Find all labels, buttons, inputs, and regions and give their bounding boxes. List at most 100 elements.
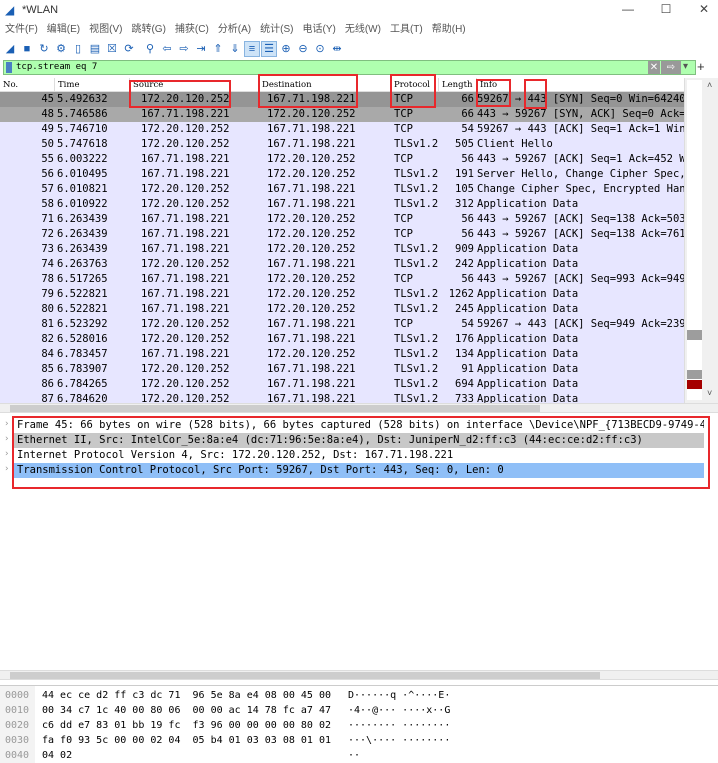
byte-hex[interactable]: fa f0 93 5c 00 00 02 04 05 b4 01 03 03 0… [42, 733, 331, 748]
column-header-protocol[interactable]: Protocol [390, 78, 430, 92]
packet-row[interactable]: 56 6.010495 167.71.198.221 172.20.120.252 TL… [0, 167, 684, 182]
column-header-no[interactable]: No. [0, 78, 18, 92]
menu-item[interactable]: 统计(S) [260, 21, 293, 39]
column-header-time[interactable]: Time [54, 78, 79, 92]
cell-destination: 167.71.198.221 [267, 183, 356, 195]
packet-row[interactable]: 73 6.263439 167.71.198.221 172.20.120.252 TL… [0, 242, 684, 257]
detail-tree-item[interactable]: Frame 45: 66 bytes on wire (528 bits), 6… [14, 418, 704, 433]
last-packet-icon[interactable]: ⇓ [228, 42, 242, 56]
display-filter-input[interactable]: tcp.stream eq 7 [3, 60, 696, 75]
byte-hex[interactable]: 44 ec ce d2 ff c3 dc 71 96 5e 8a e4 08 0… [42, 688, 331, 703]
menu-item[interactable]: 视图(V) [89, 21, 122, 39]
column-header-info[interactable]: Info [476, 78, 497, 92]
byte-hex[interactable]: c6 dd e7 83 01 bb 19 fc f3 96 00 00 00 0… [42, 718, 331, 733]
menu-item[interactable]: 无线(W) [345, 21, 381, 39]
autoscroll-icon[interactable]: ≡ [244, 41, 260, 57]
byte-ascii[interactable]: ·4··@··· ····x··G [348, 703, 450, 718]
resize-columns-icon[interactable]: ⇹ [330, 42, 344, 56]
zoom-normal-icon[interactable]: ⊙ [313, 42, 327, 56]
byte-ascii[interactable]: ········ ········ [348, 718, 450, 733]
go-to-packet-icon[interactable]: ⇥ [194, 42, 208, 56]
expand-arrow-icon[interactable]: › [4, 434, 9, 444]
packet-row[interactable]: 85 6.783907 172.20.120.252 167.71.198.221 TL… [0, 362, 684, 377]
byte-hex[interactable]: 00 34 c7 1c 40 00 80 06 00 00 ac 14 78 f… [42, 703, 331, 718]
byte-ascii[interactable]: D······q ·^····E· [348, 688, 450, 703]
packet-row[interactable]: 49 5.746710 172.20.120.252 167.71.198.221 TC… [0, 122, 684, 137]
menu-item[interactable]: 电话(Y) [303, 21, 336, 39]
cell-destination: 172.20.120.252 [267, 348, 356, 360]
forward-arrow-icon[interactable]: ⇨ [177, 42, 191, 56]
details-hscrollbar[interactable] [0, 670, 718, 680]
detail-tree-item[interactable]: Ethernet II, Src: IntelCor_5e:8a:e4 (dc:… [14, 433, 704, 448]
find-icon[interactable]: ⚲ [143, 42, 157, 56]
menu-item[interactable]: 分析(A) [218, 21, 251, 39]
menu-item[interactable]: 帮助(H) [432, 21, 466, 39]
close-button[interactable]: ✕ [694, 2, 714, 16]
apply-filter-button[interactable]: ⇨ [661, 61, 681, 74]
packet-row[interactable]: 50 5.747618 172.20.120.252 167.71.198.221 TL… [0, 137, 684, 152]
packet-row[interactable]: 78 6.517265 167.71.198.221 172.20.120.252 TC… [0, 272, 684, 287]
detail-tree-item[interactable]: Transmission Control Protocol, Src Port:… [14, 463, 704, 478]
byte-ascii[interactable]: ·· [348, 748, 360, 763]
column-header-length[interactable]: Length [438, 78, 472, 92]
menu-item[interactable]: 工具(T) [390, 21, 423, 39]
packet-row[interactable]: 87 6.784620 172.20.120.252 167.71.198.221 TL… [0, 392, 684, 403]
filter-history-dropdown[interactable]: ▾ [683, 61, 688, 72]
packet-row[interactable]: 81 6.523292 172.20.120.252 167.71.198.221 TC… [0, 317, 684, 332]
packet-row[interactable]: 80 6.522821 167.71.198.221 172.20.120.252 TL… [0, 302, 684, 317]
colorize-icon[interactable]: ☰ [261, 41, 277, 57]
cell-source: 172.20.120.252 [141, 363, 230, 375]
menu-item[interactable]: 编辑(E) [47, 21, 80, 39]
packet-row[interactable]: 58 6.010922 172.20.120.252 167.71.198.221 TL… [0, 197, 684, 212]
packet-row[interactable]: 74 6.263763 172.20.120.252 167.71.198.221 TL… [0, 257, 684, 272]
column-header-source[interactable]: Source [129, 78, 163, 92]
close-file-icon[interactable]: ☒ [105, 42, 119, 56]
packet-row[interactable]: 48 5.746586 167.71.198.221 172.20.120.252 TC… [0, 107, 684, 122]
detail-tree-item[interactable]: Internet Protocol Version 4, Src: 172.20… [14, 448, 704, 463]
cell-info: Application Data [477, 243, 579, 255]
packet-row[interactable]: 55 6.003222 167.71.198.221 172.20.120.252 TC… [0, 152, 684, 167]
packet-row[interactable]: 86 6.784265 172.20.120.252 167.71.198.221 TL… [0, 377, 684, 392]
packet-row[interactable]: 71 6.263439 167.71.198.221 172.20.120.252 TC… [0, 212, 684, 227]
stop-icon[interactable]: ■ [20, 42, 34, 56]
expand-arrow-icon[interactable]: › [4, 449, 9, 459]
expand-arrow-icon[interactable]: › [4, 419, 9, 429]
back-arrow-icon[interactable]: ⇦ [160, 42, 174, 56]
menu-item[interactable]: 捕获(C) [175, 21, 209, 39]
cell-info: 59267 → 443 [SYN] Seq=0 Win=64240 Len=0 [477, 93, 684, 105]
packet-row[interactable]: 72 6.263439 167.71.198.221 172.20.120.252 TC… [0, 227, 684, 242]
open-folder-icon[interactable]: ▯ [71, 42, 85, 56]
packet-row[interactable]: 82 6.528016 172.20.120.252 167.71.198.221 TL… [0, 332, 684, 347]
scroll-down-icon[interactable]: ˅ [707, 388, 712, 398]
reload-icon[interactable]: ⟳ [122, 42, 136, 56]
byte-ascii[interactable]: ···\···· ········ [348, 733, 450, 748]
packet-row[interactable]: 57 6.010821 172.20.120.252 167.71.198.221 TL… [0, 182, 684, 197]
save-file-icon[interactable]: ▤ [88, 42, 102, 56]
cell-source: 172.20.120.252 [141, 393, 230, 403]
packet-row[interactable]: 84 6.783457 167.71.198.221 172.20.120.252 TL… [0, 347, 684, 362]
column-header-destination[interactable]: Destination [258, 78, 312, 92]
scroll-up-icon[interactable]: ˄ [707, 80, 712, 90]
packet-row[interactable]: 79 6.522821 167.71.198.221 172.20.120.252 TL… [0, 287, 684, 302]
options-gear-icon[interactable]: ⚙ [54, 42, 68, 56]
packet-list-scrollbar[interactable]: ˄ ˅ [684, 78, 718, 403]
bookmark-icon[interactable] [6, 62, 12, 73]
zoom-out-icon[interactable]: ⊖ [296, 42, 310, 56]
zoom-in-icon[interactable]: ⊕ [279, 42, 293, 56]
menu-item[interactable]: 文件(F) [5, 21, 38, 39]
clear-filter-button[interactable]: ✕ [648, 61, 660, 74]
maximize-button[interactable]: ☐ [656, 2, 676, 16]
menu-item[interactable]: 跳转(G) [131, 21, 165, 39]
expand-arrow-icon[interactable]: › [4, 464, 9, 474]
first-packet-icon[interactable]: ⇑ [211, 42, 225, 56]
cell-time: 6.783457 [57, 348, 108, 360]
minimize-button[interactable]: — [618, 2, 638, 16]
shark-fin-start-icon[interactable]: ◢ [3, 42, 17, 56]
restart-icon[interactable]: ↻ [37, 42, 51, 56]
add-filter-button[interactable]: + [697, 59, 705, 74]
byte-hex[interactable]: 04 02 [42, 748, 72, 763]
cell-no: 74 [41, 258, 54, 270]
packet-list-hscrollbar[interactable] [0, 403, 718, 413]
cell-no: 72 [41, 228, 54, 240]
packet-row[interactable]: 45 5.492632 172.20.120.252 167.71.198.221 TC… [0, 92, 684, 107]
